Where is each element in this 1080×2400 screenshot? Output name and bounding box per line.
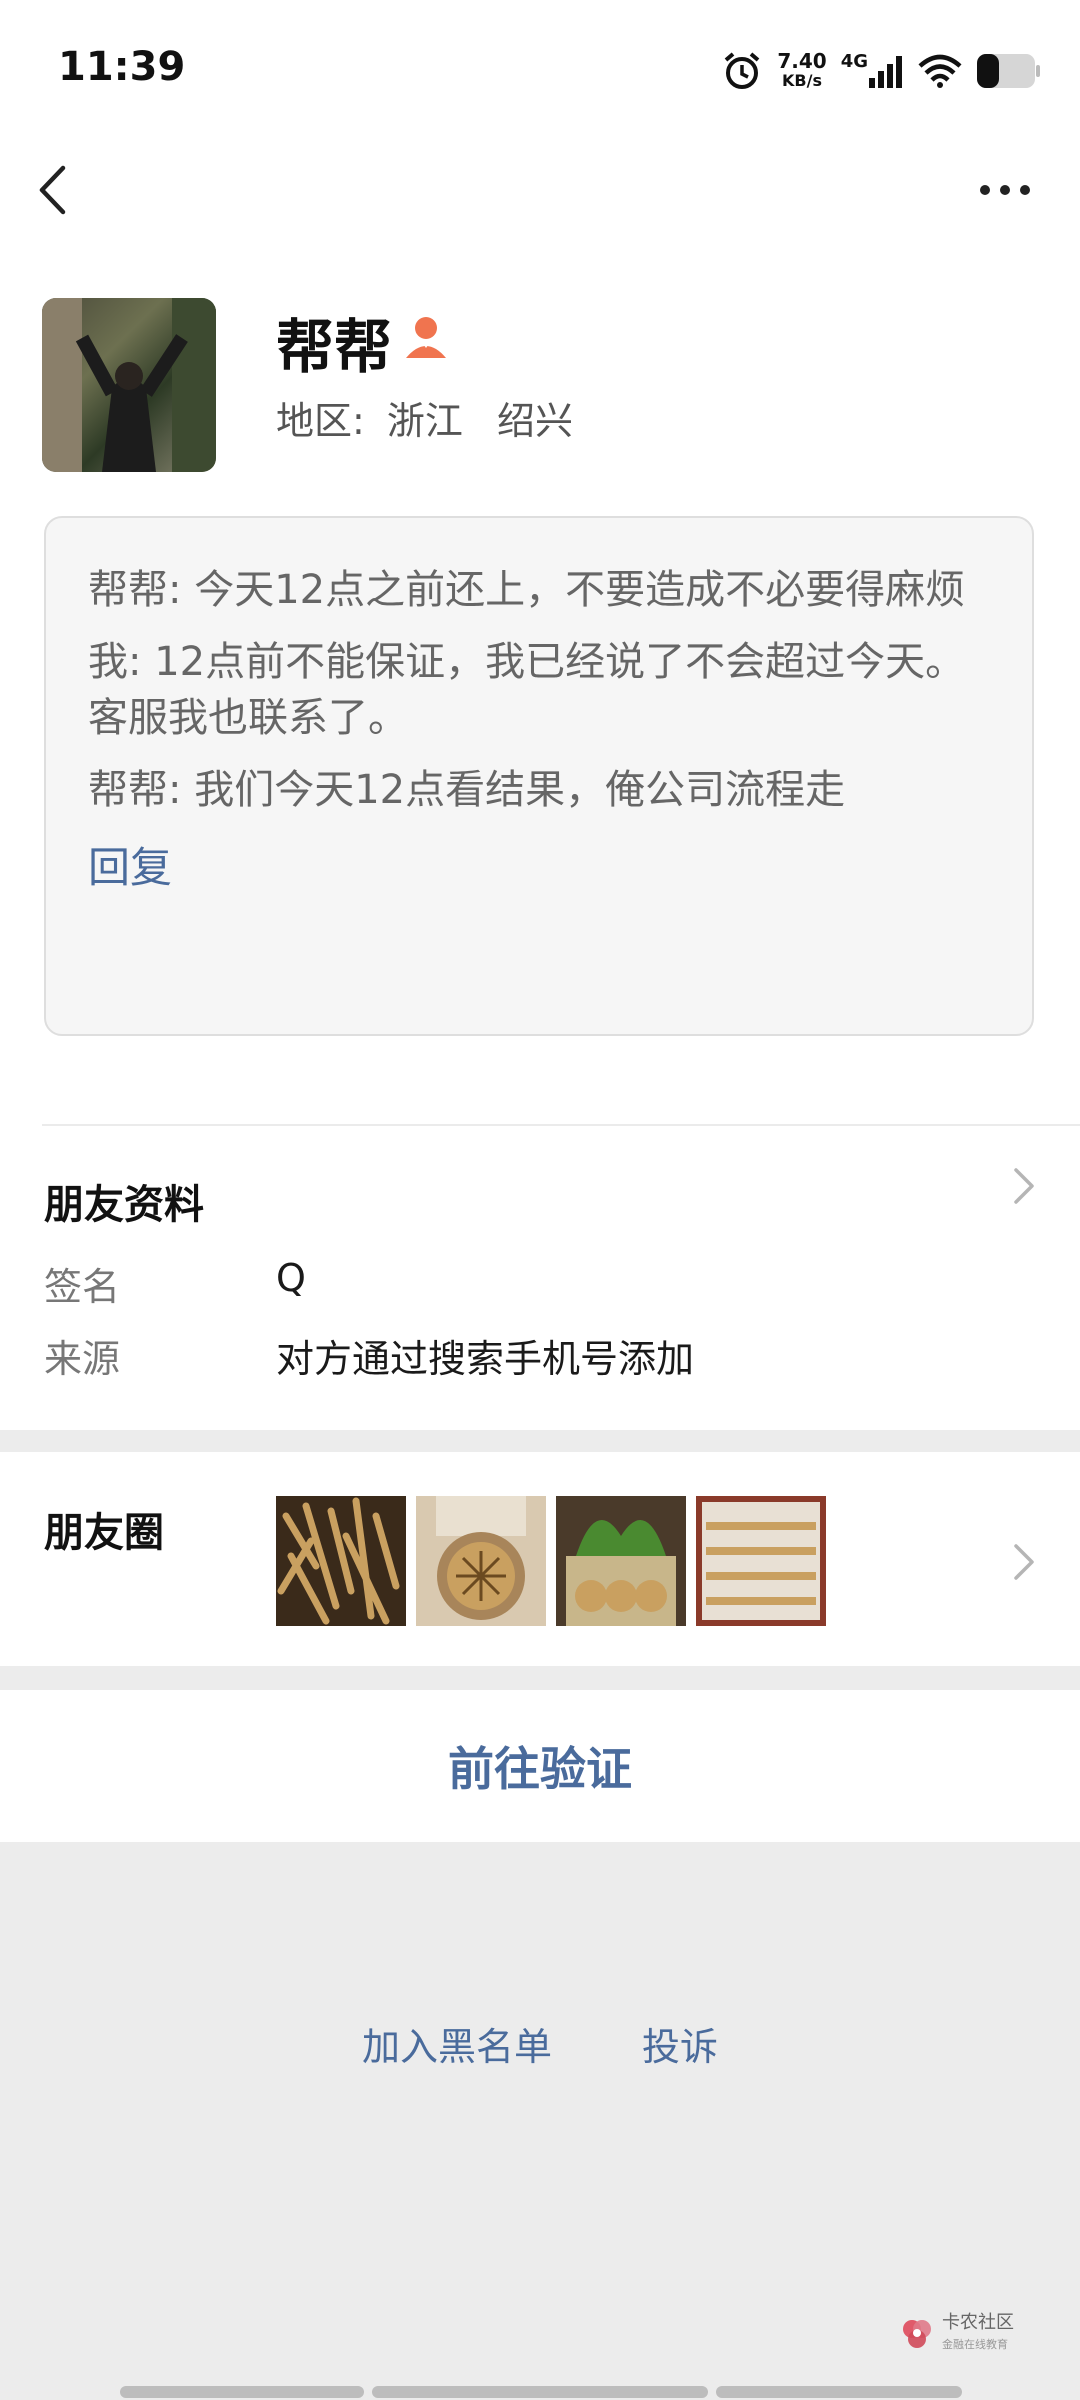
chevron-right-icon[interactable] (1008, 1164, 1038, 1208)
moments-thumbnail[interactable] (556, 1496, 686, 1626)
watermark-title: 卡农社区 (942, 2312, 1014, 2333)
wifi-icon (918, 54, 962, 88)
watermark-subtitle: 金融在线教育 (942, 2338, 1008, 2351)
region-label: 地区: (276, 399, 365, 443)
divider (42, 1124, 1080, 1126)
network-speed: 7.40 KB/s (777, 51, 826, 91)
moments-thumbnail[interactable] (416, 1496, 546, 1626)
region: 地区: 浙江 绍兴 (276, 390, 573, 445)
moments-thumbnail[interactable] (696, 1496, 826, 1626)
speed-value: 7.40 (777, 49, 827, 73)
region-province: 浙江 (386, 399, 463, 443)
friend-info-title[interactable]: 朋友资料 (44, 1172, 204, 1230)
signature-value: Q (276, 1256, 306, 1300)
signature-label: 签名 (44, 1265, 121, 1309)
gesture-bar[interactable] (120, 2386, 364, 2398)
gesture-bar[interactable] (716, 2386, 962, 2398)
complain-link[interactable]: 投诉 (642, 2016, 718, 2071)
message-item: 帮帮: 今天12点之前还上，不要造成不必要得麻烦 (88, 567, 966, 613)
region-city: 绍兴 (497, 399, 574, 443)
chevron-right-icon[interactable] (1008, 1540, 1038, 1584)
moments-thumbnail[interactable] (276, 1496, 406, 1626)
battery-icon (977, 54, 1040, 88)
reply-link[interactable]: 回复 (88, 834, 990, 895)
signal-icon (869, 56, 902, 88)
speed-unit: KB/s (782, 71, 822, 90)
status-time: 11:39 (58, 44, 186, 90)
back-icon[interactable] (30, 160, 80, 220)
status-icons: 7.40 KB/s 4G (721, 46, 1040, 96)
person-icon (406, 317, 446, 358)
contact-name: 帮帮 (276, 313, 393, 381)
blacklist-link[interactable]: 加入黑名单 (362, 2016, 552, 2071)
watermark: 卡农社区 金融在线教育 (900, 2312, 1014, 2356)
source-label: 来源 (44, 1337, 121, 1381)
alarm-icon (725, 52, 760, 89)
verify-button[interactable]: 前往验证 (0, 1690, 1080, 1842)
moments-title[interactable]: 朋友圈 (44, 1500, 164, 1558)
gesture-bar[interactable] (372, 2386, 708, 2398)
message-item: 我: 12点前不能保证，我已经说了不会超过今天。客服我也联系了。 (88, 639, 966, 741)
more-icon[interactable] (975, 170, 1035, 210)
section-gap (0, 1430, 1080, 1452)
network-type: 4G (840, 50, 868, 72)
watermark-logo-icon (903, 2320, 931, 2348)
source-value: 对方通过搜索手机号添加 (276, 1337, 695, 1381)
verification-messages: 帮帮: 今天12点之前还上，不要造成不必要得麻烦 我: 12点前不能保证，我已经… (44, 516, 1034, 1036)
section-gap (0, 1666, 1080, 1690)
message-item: 帮帮: 我们今天12点看结果，俺公司流程走 (88, 767, 846, 813)
avatar-photo (42, 298, 216, 472)
avatar[interactable] (42, 298, 216, 472)
